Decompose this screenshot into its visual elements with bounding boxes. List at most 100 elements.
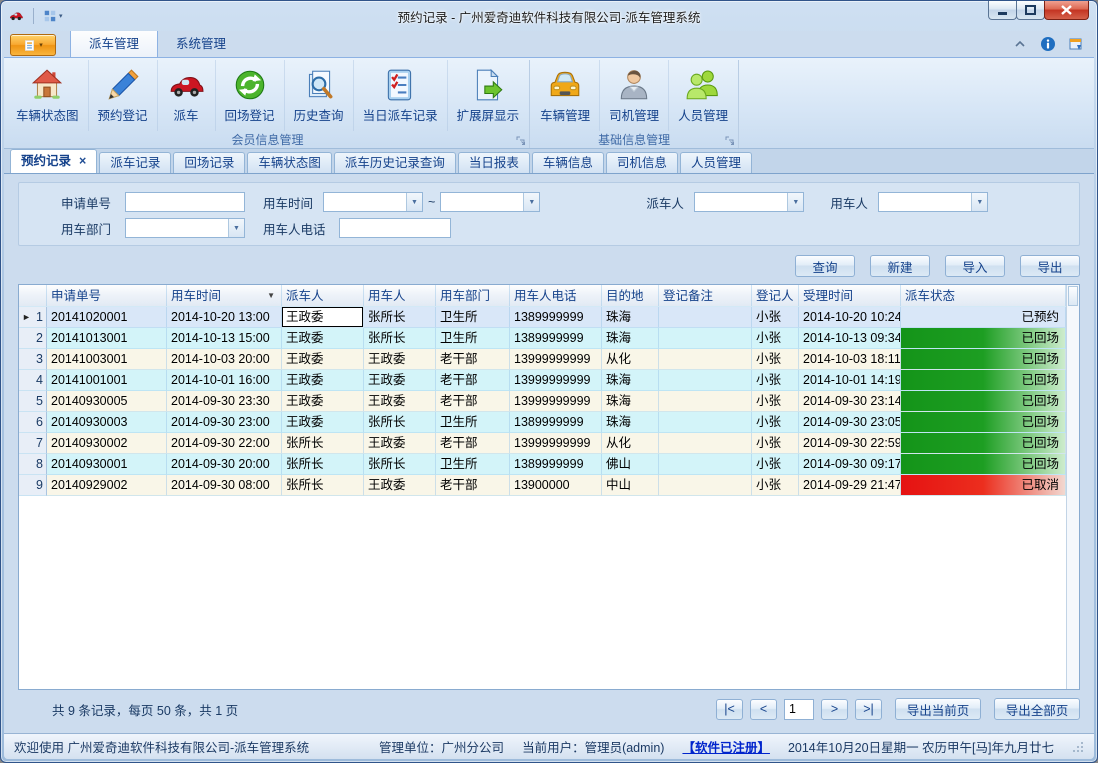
cell-dest[interactable]: 从化 <box>602 433 659 454</box>
cell-remark[interactable] <box>659 412 752 433</box>
cell-user[interactable]: 张所长 <box>364 328 436 349</box>
cell-order-no[interactable]: 20140930002 <box>47 433 167 454</box>
cell-order-no[interactable]: 20140930003 <box>47 412 167 433</box>
cell-accept-time[interactable]: 2014-09-30 09:17 <box>799 454 901 475</box>
ribbon-button[interactable]: 历史查询 <box>285 60 354 131</box>
cell-phone[interactable]: 1389999999 <box>510 454 602 475</box>
column-header-10[interactable]: 受理时间 <box>799 285 901 307</box>
cell-status[interactable]: 已回场 <box>901 349 1066 370</box>
document-tab-3[interactable]: 车辆状态图 <box>247 152 332 173</box>
next-page-button[interactable]: > <box>821 699 848 720</box>
dispatcher-select[interactable]: ▼ <box>694 192 804 212</box>
group-dialog-launcher-icon[interactable] <box>516 135 526 145</box>
minimize-button[interactable] <box>988 1 1017 20</box>
dropdown-arrow-icon[interactable]: ▼ <box>787 193 803 211</box>
cell-dispatcher[interactable]: 张所长 <box>282 475 364 496</box>
cell-status[interactable]: 已回场 <box>901 433 1066 454</box>
document-tab-5[interactable]: 当日报表 <box>458 152 530 173</box>
cell-accept-time[interactable]: 2014-09-30 23:05 <box>799 412 901 433</box>
cell-status[interactable]: 已回场 <box>901 412 1066 433</box>
prev-page-button[interactable]: < <box>750 699 777 720</box>
cell-accept-time[interactable]: 2014-09-30 23:14 <box>799 391 901 412</box>
export-current-page-button[interactable]: 导出当前页 <box>895 698 981 720</box>
cell-dept[interactable]: 老干部 <box>436 391 510 412</box>
maximize-button[interactable] <box>1016 1 1045 20</box>
cell-dispatcher[interactable]: 王政委 <box>282 412 364 433</box>
cell-dept[interactable]: 卫生所 <box>436 328 510 349</box>
cell-user[interactable]: 王政委 <box>364 349 436 370</box>
document-tab-7[interactable]: 司机信息 <box>606 152 678 173</box>
cell-status[interactable]: 已回场 <box>901 454 1066 475</box>
cell-order-no[interactable]: 20141013001 <box>47 328 167 349</box>
column-header-11[interactable]: 派车状态 <box>901 285 1066 307</box>
cell-status[interactable]: 已回场 <box>901 391 1066 412</box>
cell-registrar[interactable]: 小张 <box>752 454 799 475</box>
cell-order-no[interactable]: 20140930005 <box>47 391 167 412</box>
page-number-input[interactable] <box>784 699 814 720</box>
cell-phone[interactable]: 13999999999 <box>510 433 602 454</box>
column-header-1[interactable]: 申请单号 <box>47 285 167 307</box>
column-header-8[interactable]: 登记备注 <box>659 285 752 307</box>
cell-status[interactable]: 已预约 <box>901 307 1066 328</box>
cell-dispatcher[interactable]: 张所长 <box>282 454 364 475</box>
document-tab-8[interactable]: 人员管理 <box>680 152 752 173</box>
table-row[interactable]: 4201410010012014-10-01 16:00王政委王政委老干部139… <box>19 370 1066 391</box>
phone-input[interactable] <box>339 218 451 238</box>
ribbon-button[interactable]: 预约登记 <box>89 60 158 131</box>
row-indicator[interactable]: 9 <box>19 475 47 496</box>
cell-dest[interactable]: 珠海 <box>602 412 659 433</box>
cell-dispatcher[interactable]: 王政委 <box>282 307 364 328</box>
table-row[interactable]: ►1201410200012014-10-20 13:00王政委张所长卫生所13… <box>19 307 1066 328</box>
cell-order-no[interactable]: 20141001001 <box>47 370 167 391</box>
cell-user[interactable]: 张所长 <box>364 412 436 433</box>
cell-dest[interactable]: 珠海 <box>602 370 659 391</box>
cell-remark[interactable] <box>659 349 752 370</box>
row-indicator[interactable]: ►1 <box>19 307 47 328</box>
ribbon-button[interactable]: 派车 <box>158 60 216 131</box>
cell-registrar[interactable]: 小张 <box>752 391 799 412</box>
collapse-ribbon-button[interactable] <box>1012 36 1028 52</box>
cell-use-time[interactable]: 2014-10-03 20:00 <box>167 349 282 370</box>
cell-dest[interactable]: 珠海 <box>602 391 659 412</box>
ribbon-button[interactable]: 车辆管理 <box>531 60 600 131</box>
cell-order-no[interactable]: 20140929002 <box>47 475 167 496</box>
cell-user[interactable]: 张所长 <box>364 307 436 328</box>
export-button[interactable]: 导出 <box>1020 255 1080 277</box>
column-header-7[interactable]: 目的地 <box>602 285 659 307</box>
column-header-3[interactable]: 派车人 <box>282 285 364 307</box>
row-indicator[interactable]: 4 <box>19 370 47 391</box>
dropdown-arrow-icon[interactable]: ▼ <box>406 193 422 211</box>
cell-user[interactable]: 王政委 <box>364 370 436 391</box>
cell-dept[interactable]: 卫生所 <box>436 412 510 433</box>
document-tab-4[interactable]: 派车历史记录查询 <box>334 152 456 173</box>
export-all-pages-button[interactable]: 导出全部页 <box>994 698 1080 720</box>
table-row[interactable]: 6201409300032014-09-30 23:00王政委张所长卫生所138… <box>19 412 1066 433</box>
cell-registrar[interactable]: 小张 <box>752 370 799 391</box>
cell-user[interactable]: 张所长 <box>364 454 436 475</box>
column-header-0[interactable] <box>19 285 47 307</box>
table-row[interactable]: 3201410030012014-10-03 20:00王政委王政委老干部139… <box>19 349 1066 370</box>
column-header-2[interactable]: 用车时间▼ <box>167 285 282 307</box>
cell-registrar[interactable]: 小张 <box>752 412 799 433</box>
cell-remark[interactable] <box>659 307 752 328</box>
cell-remark[interactable] <box>659 475 752 496</box>
help-info-icon[interactable] <box>1040 36 1056 52</box>
cell-dispatcher[interactable]: 王政委 <box>282 349 364 370</box>
dept-select[interactable]: ▼ <box>125 218 245 238</box>
cell-dest[interactable]: 从化 <box>602 349 659 370</box>
row-indicator[interactable]: 3 <box>19 349 47 370</box>
ribbon-tab-1[interactable]: 系统管理 <box>158 31 244 57</box>
ribbon-button[interactable]: 当日派车记录 <box>354 60 448 131</box>
cell-phone[interactable]: 1389999999 <box>510 307 602 328</box>
row-indicator[interactable]: 6 <box>19 412 47 433</box>
cell-dest[interactable]: 中山 <box>602 475 659 496</box>
cell-user[interactable]: 王政委 <box>364 391 436 412</box>
cell-accept-time[interactable]: 2014-09-29 21:47 <box>799 475 901 496</box>
app-icon[interactable] <box>9 9 27 23</box>
column-header-6[interactable]: 用车人电话 <box>510 285 602 307</box>
cell-remark[interactable] <box>659 454 752 475</box>
cell-status[interactable]: 已取消 <box>901 475 1066 496</box>
ribbon-tab-0[interactable]: 派车管理 <box>70 31 158 57</box>
cell-accept-time[interactable]: 2014-10-13 09:34 <box>799 328 901 349</box>
dropdown-arrow-icon[interactable]: ▼ <box>523 193 539 211</box>
